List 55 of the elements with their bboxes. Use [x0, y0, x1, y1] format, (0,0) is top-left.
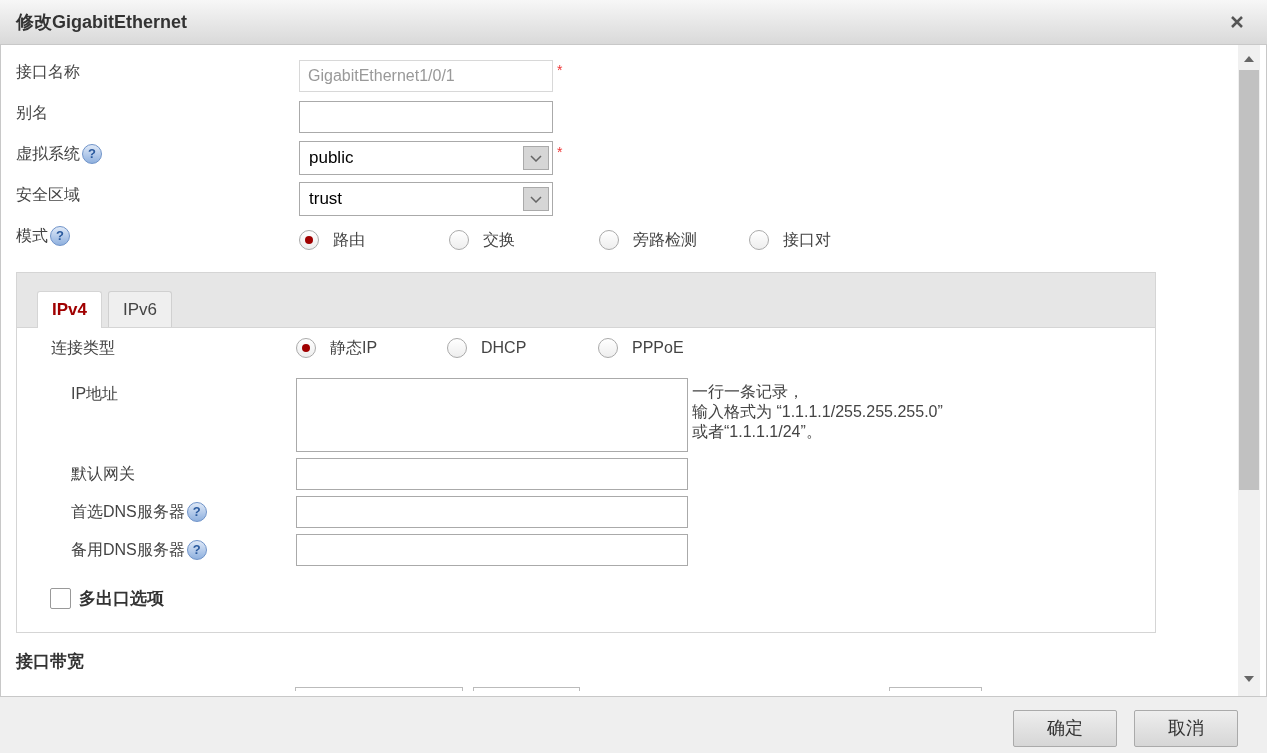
chevron-down-icon	[530, 195, 542, 203]
select-field[interactable]: public	[299, 141, 553, 175]
required-mark: *	[557, 61, 563, 80]
scrollbar-thumb[interactable]	[1239, 70, 1259, 490]
text-area[interactable]	[296, 378, 688, 452]
scroll-down-icon[interactable]	[1244, 676, 1254, 682]
field-label: 模式	[16, 226, 48, 246]
radio-button[interactable]	[598, 338, 618, 358]
field-label: 安全区域	[16, 185, 80, 205]
input-field[interactable]	[296, 534, 688, 566]
radio-button[interactable]	[447, 338, 467, 358]
scrollbar[interactable]	[1238, 45, 1260, 696]
radio-label: PPPoE	[632, 338, 684, 358]
help-icon[interactable]: ?	[82, 144, 102, 164]
radio-button[interactable]	[296, 338, 316, 358]
input-field[interactable]	[296, 458, 688, 490]
radio-label: 交换	[483, 230, 515, 250]
radio-label: 接口对	[783, 230, 831, 250]
radio-label: 路由	[333, 230, 365, 250]
checkbox[interactable]	[50, 588, 71, 610]
dialog-button[interactable]: 确定	[1013, 709, 1117, 747]
field-label: 首选DNS服务器	[71, 502, 185, 522]
checkbox-label: 多出口选项	[79, 587, 164, 610]
field-label: 接口名称	[16, 62, 80, 82]
hint-text: 或者“1.1.1.1/24”。	[692, 422, 823, 442]
hint-text: 一行一条记录，	[692, 382, 805, 402]
input-field[interactable]	[296, 496, 688, 528]
radio-button[interactable]	[449, 230, 469, 250]
radio-button[interactable]	[749, 230, 769, 250]
input-field[interactable]	[299, 101, 553, 133]
field-label: 默认网关	[71, 464, 135, 484]
radio-label: 旁路检测	[633, 230, 697, 250]
field-label: 连接类型	[51, 338, 116, 358]
radio-label: 静态IP	[330, 338, 378, 358]
help-icon[interactable]: ?	[50, 226, 70, 246]
help-icon[interactable]: ?	[186, 540, 207, 560]
hint-text: 输入格式为 “1.1.1.1/255.255.255.0”	[692, 402, 943, 422]
help-icon[interactable]: ?	[186, 502, 207, 522]
window-title: 修改GigabitEthernet	[16, 10, 187, 34]
dialog-button[interactable]: 取消	[1134, 709, 1238, 747]
field-label: 虚拟系统	[16, 144, 80, 164]
close-icon[interactable]	[1231, 16, 1243, 28]
required-mark: *	[557, 143, 563, 162]
section-title: 接口带宽	[16, 650, 85, 673]
radio-button[interactable]	[599, 230, 619, 250]
chevron-down-icon	[530, 154, 542, 162]
field-label: 备用DNS服务器	[71, 540, 185, 560]
tab[interactable]: IPv6	[108, 291, 172, 327]
select-field[interactable]: trust	[299, 182, 553, 216]
field-label: 别名	[16, 103, 48, 123]
radio-button[interactable]	[299, 230, 319, 250]
scroll-up-icon[interactable]	[1244, 56, 1254, 62]
tab[interactable]: IPv4	[37, 291, 102, 328]
radio-label: DHCP	[481, 338, 527, 358]
field-label: IP地址	[71, 384, 119, 404]
